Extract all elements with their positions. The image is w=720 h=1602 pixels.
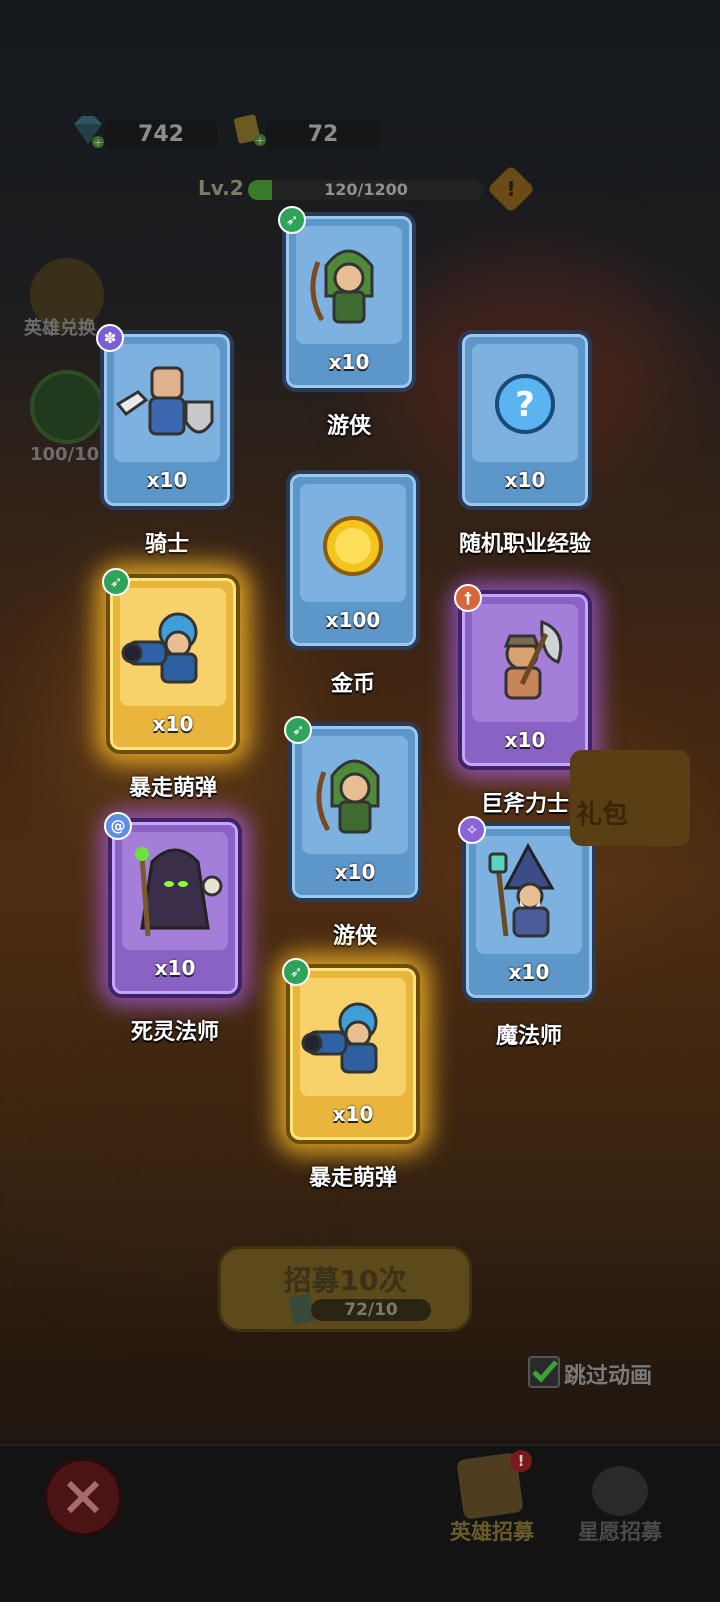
card-quantity: x10 <box>504 728 546 752</box>
svg-text:+: + <box>255 134 264 147</box>
question-orb-icon: ? <box>495 374 555 434</box>
player-level: Lv.2 <box>198 176 244 200</box>
svg-text:+: + <box>93 136 102 148</box>
card-quantity: x10 <box>154 956 196 980</box>
cannon-hero-portrait <box>121 612 198 684</box>
gold-coin-icon <box>323 516 383 576</box>
card-name: 暴走萌弹 <box>128 776 217 801</box>
swirl-icon: @ <box>104 812 132 840</box>
card-art <box>114 344 220 462</box>
gift-pack-sign[interactable]: 礼包 <box>570 750 690 846</box>
card-name: 游侠 <box>326 414 371 439</box>
gem-icon[interactable]: + <box>68 114 106 149</box>
sword-icon: † <box>454 584 482 612</box>
card-frame: x10 ✧ <box>458 816 596 1002</box>
card-frame: x100 <box>286 470 420 650</box>
xp-text: 120/1200 <box>324 180 408 199</box>
card-name: 暴走萌弹 <box>308 1166 397 1191</box>
svg-text:?: ? <box>515 385 535 425</box>
card-name: 骑士 <box>144 532 189 557</box>
swords-icon <box>66 1480 100 1514</box>
card-frame: x10 @ <box>104 812 242 998</box>
card-quantity: x10 <box>504 468 546 492</box>
tickets-counter: 72 <box>266 120 380 150</box>
xp-bar: 120/1200 <box>248 180 484 200</box>
bow-icon: ➶ <box>284 716 312 744</box>
card-frame: x10 ➶ <box>284 716 422 902</box>
card-art: ? <box>472 344 578 462</box>
skip-animation-label: 跳过动画 <box>564 1364 653 1389</box>
card-frame: x10 ➶ <box>282 958 420 1144</box>
bow-icon: ➶ <box>102 568 130 596</box>
axe-warrior-portrait <box>503 619 563 700</box>
card-art <box>120 588 226 706</box>
recruit-10-label: 招募10次 <box>283 1264 407 1297</box>
recruit-cost: 72/10 <box>311 1299 431 1321</box>
staff-icon: ✧ <box>458 816 486 844</box>
card-name: 魔法师 <box>495 1024 562 1049</box>
card-frame: x10 ➶ <box>102 568 240 754</box>
card-art <box>296 226 402 344</box>
wish-recruit-tab-icon[interactable] <box>592 1466 648 1516</box>
card-quantity: x10 <box>152 712 194 736</box>
card-frame: ? x10 <box>458 330 592 510</box>
card-name: 死灵法师 <box>130 1020 219 1045</box>
cannon-hero-portrait <box>301 1002 378 1074</box>
card-frame: x10 ➶ <box>278 206 416 392</box>
card-name: 随机职业经验 <box>458 532 591 557</box>
checkbox-icon[interactable] <box>528 1356 560 1388</box>
card-frame: x10 † <box>454 584 592 770</box>
bow-icon: ➶ <box>282 958 310 986</box>
card-art <box>300 978 406 1096</box>
card-quantity: x10 <box>328 350 370 374</box>
bow-icon: ➶ <box>278 206 306 234</box>
card-quantity: x10 <box>146 468 188 492</box>
ticket-icon[interactable]: + <box>230 112 268 147</box>
gems-counter: 742 <box>104 120 218 150</box>
card-art <box>300 484 406 602</box>
ranger-portrait <box>310 249 374 324</box>
paw-icon: ✽ <box>96 324 124 352</box>
card-quantity: x10 <box>332 1102 374 1126</box>
card-art <box>476 836 582 954</box>
notification-badge: ! <box>510 1450 532 1472</box>
card-frame: x10 ✽ <box>96 324 234 510</box>
knight-portrait <box>115 366 214 436</box>
warning-icon[interactable]: ! <box>486 164 536 214</box>
card-quantity: x10 <box>508 960 550 984</box>
card-art <box>472 604 578 722</box>
close-button[interactable] <box>44 1458 122 1536</box>
recruit-10-button[interactable]: 招募10次 72/10 <box>218 1246 472 1332</box>
card-art <box>122 832 228 950</box>
warning-mark: ! <box>506 177 516 201</box>
tab-hero-recruit[interactable]: 英雄招募 <box>450 1516 534 1546</box>
hero-exchange-label: 英雄兑换 <box>24 318 96 339</box>
ranger-portrait <box>316 759 380 834</box>
tab-wish-recruit[interactable]: 星愿招募 <box>578 1516 662 1546</box>
card-name: 金币 <box>330 672 375 697</box>
necromancer-portrait <box>135 847 223 937</box>
card-art <box>302 736 408 854</box>
gift-pack-label: 礼包 <box>576 800 629 830</box>
skill-icon[interactable] <box>30 370 104 444</box>
card-quantity: x10 <box>334 860 376 884</box>
card-name: 游侠 <box>332 924 377 949</box>
wizard-portrait <box>488 842 555 938</box>
card-quantity: x100 <box>325 608 381 632</box>
